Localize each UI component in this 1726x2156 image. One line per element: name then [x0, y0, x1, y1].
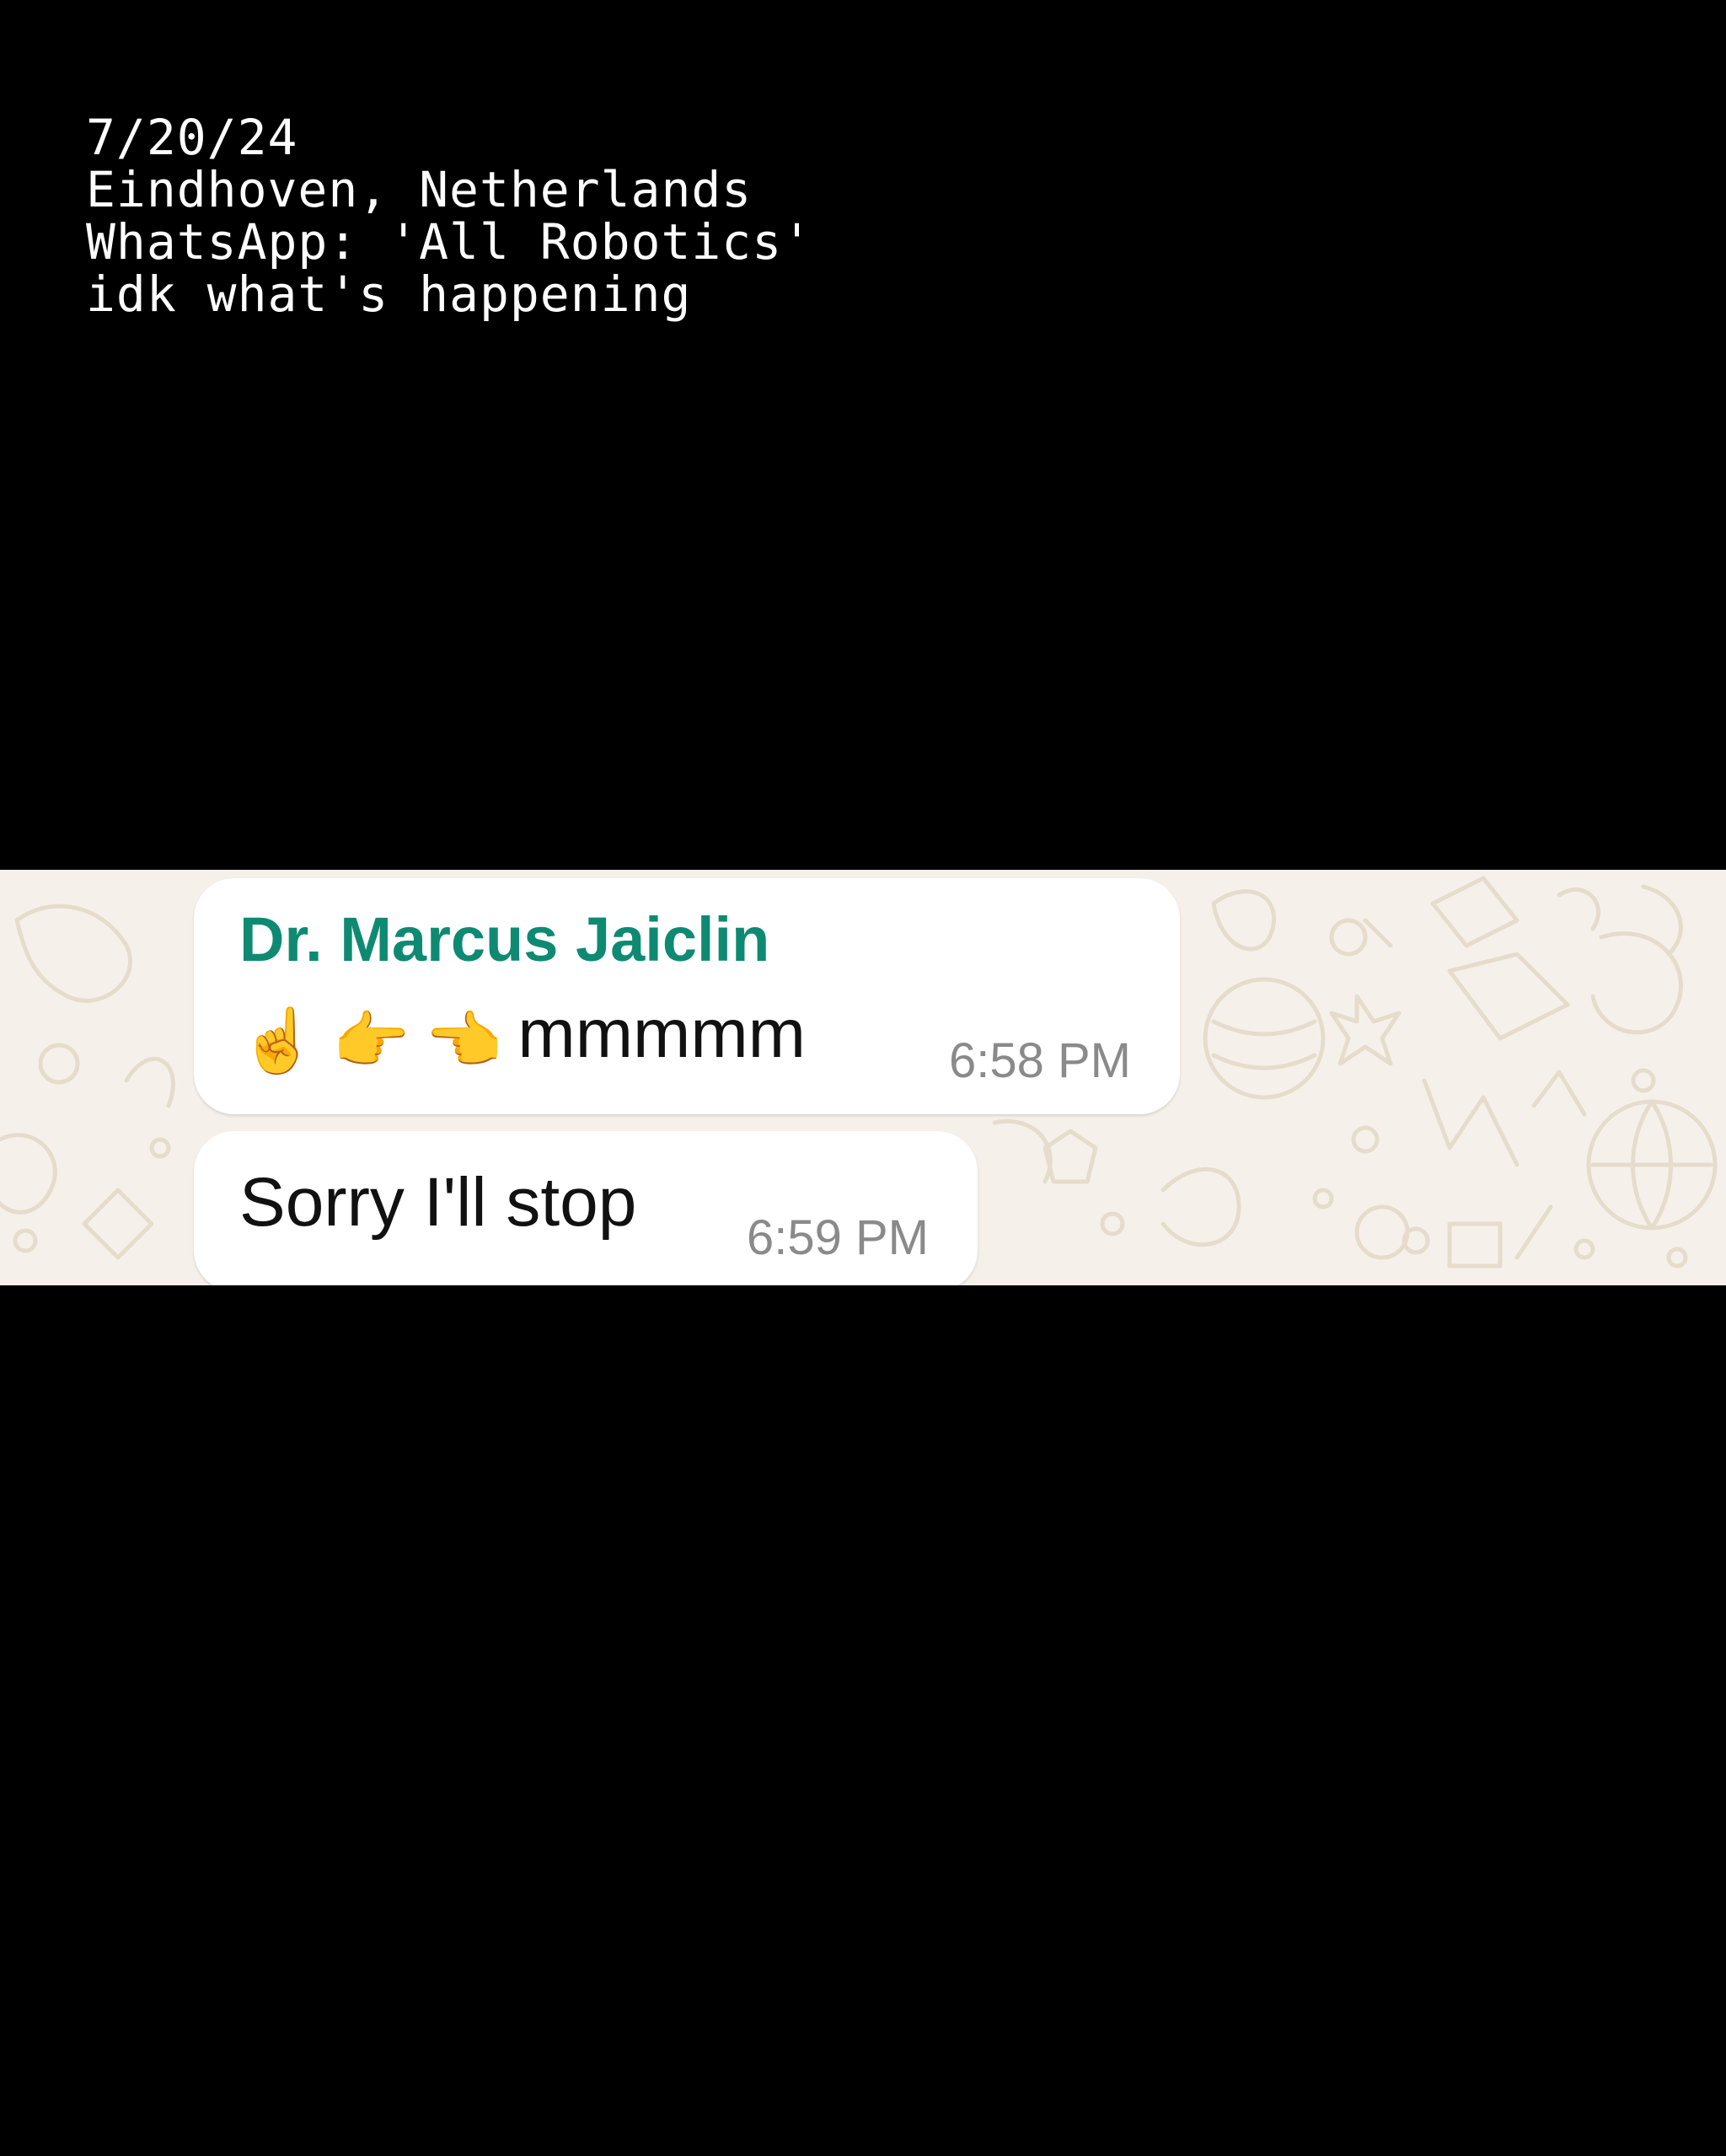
message-bubble[interactable]: Sorry I'll stop 6:59 PM: [194, 1131, 978, 1285]
backhand-index-pointing-right-emoji-icon: 👉: [332, 1006, 410, 1075]
screenshot-page: 7/20/24 Eindhoven, Netherlands WhatsApp:…: [0, 0, 1726, 2156]
sender-name[interactable]: Dr. Marcus Jaiclin: [239, 904, 769, 975]
caption-date: 7/20/24: [86, 109, 298, 166]
index-pointing-up-emoji-icon: ☝️: [239, 1006, 318, 1075]
backhand-index-pointing-left-emoji-icon: 👈: [425, 1006, 503, 1075]
chat-area[interactable]: Dr. Marcus Jaiclin ☝️ 👉 👈 mmmmm 6:58 PM Sor…: [0, 870, 1726, 1285]
caption-overlay: 7/20/24 Eindhoven, Netherlands WhatsApp:…: [86, 111, 812, 320]
caption-comment: idk what's happening: [86, 265, 692, 323]
caption-location: Eindhoven, Netherlands: [86, 161, 753, 218]
message-timestamp: 6:58 PM: [949, 1033, 1131, 1088]
message-text: Sorry I'll stop: [239, 1164, 637, 1241]
caption-chat-name: WhatsApp: 'All Robotics': [86, 213, 813, 271]
message-text: ☝️ 👉 👈 mmmmm: [239, 995, 806, 1078]
message-timestamp: 6:59 PM: [747, 1210, 929, 1265]
message-body: mmmmm: [517, 995, 806, 1072]
message-bubble[interactable]: Dr. Marcus Jaiclin ☝️ 👉 👈 mmmmm 6:58 PM: [194, 878, 1180, 1114]
